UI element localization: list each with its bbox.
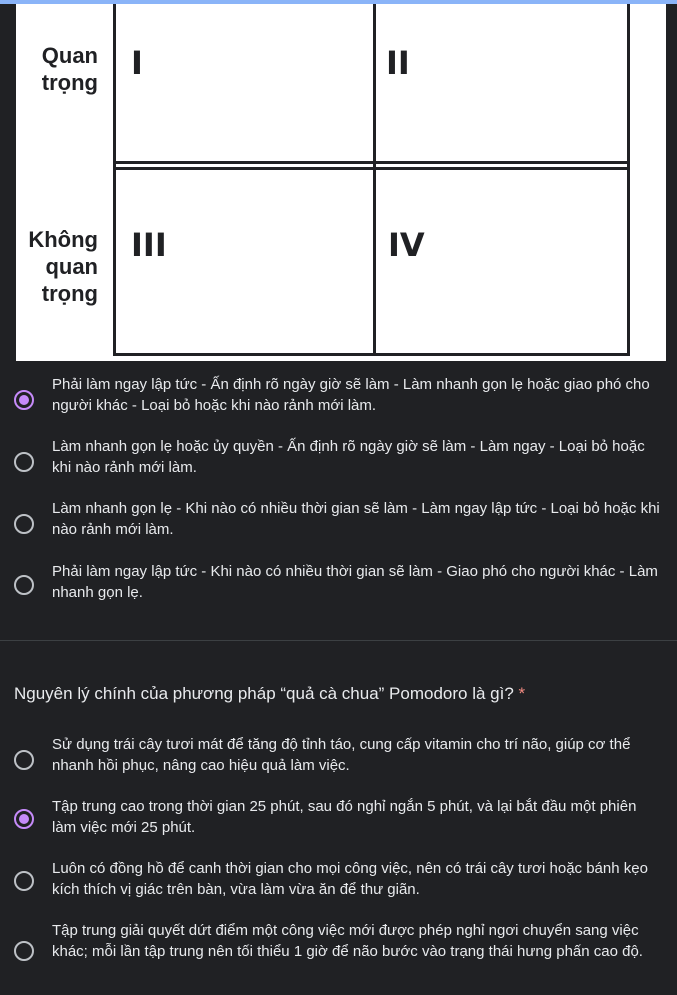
quadrant-4-label: IV xyxy=(388,226,425,264)
radio[interactable] xyxy=(14,871,34,891)
radio[interactable] xyxy=(14,750,34,770)
matrix-grid xyxy=(113,4,630,356)
grid-divider-horizontal-2 xyxy=(116,167,627,170)
question-text: Nguyên lý chính của phương pháp “quả cà … xyxy=(14,684,514,703)
radio[interactable] xyxy=(14,575,34,595)
quadrant-3-label: III xyxy=(131,226,167,264)
row-label-not-important: Không quan trọng xyxy=(28,227,98,306)
section-divider xyxy=(0,640,677,655)
radio-selected[interactable] xyxy=(14,809,34,829)
question-title: Nguyên lý chính của phương pháp “quả cà … xyxy=(14,684,525,704)
option-label: Tập trung cao trong thời gian 25 phút, s… xyxy=(52,798,637,836)
radio[interactable] xyxy=(14,514,34,534)
option-label: Luôn có đồng hồ để canh thời gian cho mọ… xyxy=(52,860,648,898)
option-label: Phải làm ngay lập tức - Khi nào có nhiều… xyxy=(52,563,658,601)
radio[interactable] xyxy=(14,452,34,472)
option-label: Phải làm ngay lập tức - Ấn định rõ ngày … xyxy=(52,376,650,414)
option-label: Tập trung giải quyết dứt điểm một công v… xyxy=(52,922,643,960)
radio-selected[interactable] xyxy=(14,390,34,410)
option-label: Sử dụng trái cây tươi mát để tăng độ tỉn… xyxy=(52,736,631,774)
quadrant-2-label: II xyxy=(386,44,410,82)
radio[interactable] xyxy=(14,941,34,961)
row-label-important: Quan trọng xyxy=(41,43,98,95)
quadrant-1-label: I xyxy=(131,44,143,82)
eisenhower-matrix-image: Quan trọng Không quan trọng I II III IV xyxy=(16,4,666,361)
grid-divider-horizontal xyxy=(116,161,627,164)
grid-divider-vertical xyxy=(373,4,376,353)
required-asterisk: * xyxy=(518,684,526,703)
option-label: Làm nhanh gọn lẹ - Khi nào có nhiều thời… xyxy=(52,500,660,538)
option-label: Làm nhanh gọn lẹ hoặc ủy quyền - Ấn định… xyxy=(52,438,645,476)
